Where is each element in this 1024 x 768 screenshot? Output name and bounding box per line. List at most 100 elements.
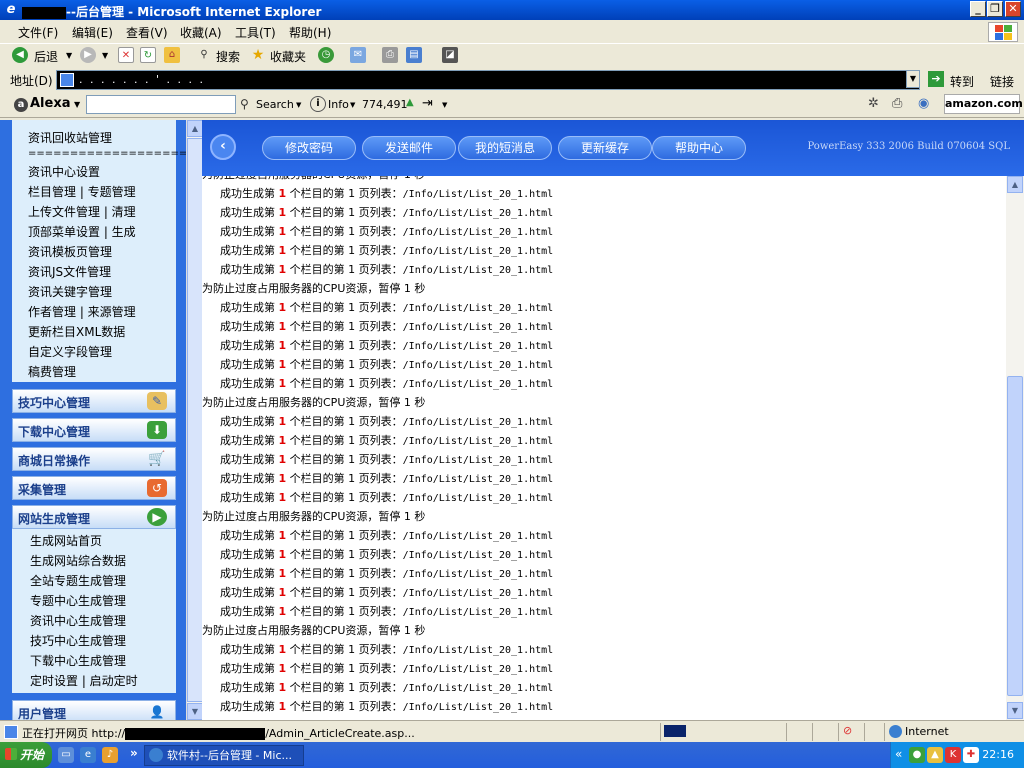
sidebar-scroll-thumb[interactable] <box>187 138 203 702</box>
alexa-info-dropdown-icon[interactable]: ▼ <box>350 101 355 109</box>
alexa-search-dropdown-icon[interactable]: ▼ <box>296 101 301 109</box>
sidebar-item-fees[interactable]: 稿费管理 <box>28 363 76 380</box>
change-password-button[interactable]: 修改密码 <box>262 136 356 160</box>
menu-file[interactable]: 文件(F) <box>18 24 58 41</box>
close-button[interactable]: ✕ <box>1005 1 1021 17</box>
info-icon[interactable]: i <box>310 96 326 112</box>
alexa-info-button[interactable]: Info <box>328 98 349 111</box>
category-collect[interactable]: 采集管理 ↺ <box>12 476 176 500</box>
sidebar-item-top-menu[interactable]: 顶部菜单设置 | 生成 <box>28 223 136 240</box>
quicklaunch-ie-icon[interactable]: e <box>80 747 96 763</box>
sidebar-item-update-xml[interactable]: 更新栏目XML数据 <box>28 323 125 340</box>
sidebar-item-template[interactable]: 资讯模板页管理 <box>28 243 112 260</box>
update-cache-button[interactable]: 更新缓存 <box>558 136 652 160</box>
menu-help[interactable]: 帮助(H) <box>289 24 331 41</box>
back-dropdown-icon[interactable]: ▼ <box>66 51 72 60</box>
menu-edit[interactable]: 编辑(E) <box>72 24 113 41</box>
quicklaunch-chevron[interactable]: » <box>130 746 138 760</box>
category-shop[interactable]: 商城日常操作 🛒 <box>12 447 176 471</box>
alexa-nav-icon[interactable]: ⇥ <box>422 96 433 111</box>
log-count: 1 <box>278 358 287 371</box>
sidebar-item-js-files[interactable]: 资讯JS文件管理 <box>28 263 111 280</box>
sidebar-item-gen-tips-center[interactable]: 技巧中心生成管理 <box>30 632 126 649</box>
messenger-icon[interactable]: ◪ <box>442 47 458 63</box>
sidebar-item-schedule[interactable]: 定时设置 | 启动定时 <box>30 672 138 689</box>
sidebar-item-author-source[interactable]: 作者管理 | 来源管理 <box>28 303 136 320</box>
alexa-search-button[interactable]: Search <box>256 98 294 111</box>
minimize-button[interactable]: _ <box>970 1 986 17</box>
alexa-tool1-icon[interactable]: ✲ <box>868 96 879 111</box>
alexa-tool3-icon[interactable]: ◉ <box>918 96 929 111</box>
content-scrollbar[interactable]: ▲ ▼ <box>1006 176 1024 720</box>
sidebar-scroll-down-icon[interactable]: ▼ <box>187 703 203 720</box>
sidebar-item-gen-home[interactable]: 生成网站首页 <box>30 532 102 549</box>
content-scroll-up-icon[interactable]: ▲ <box>1007 176 1023 193</box>
category-tips[interactable]: 技巧中心管理 ✎ <box>12 389 176 413</box>
sidebar-item-gen-info-center[interactable]: 资讯中心生成管理 <box>30 612 126 629</box>
taskbar-ie-window[interactable]: 软件村--后台管理 - Mic... <box>144 745 304 766</box>
back-button[interactable]: 后退 <box>34 48 58 65</box>
status-cell-1 <box>786 723 810 741</box>
content-scroll-thumb[interactable] <box>1007 376 1023 696</box>
refresh-icon[interactable]: ↻ <box>140 47 156 63</box>
content-scroll-down-icon[interactable]: ▼ <box>1007 702 1023 719</box>
sidebar-item-info-settings[interactable]: 资讯中心设置 <box>28 163 100 180</box>
alexa-logo[interactable]: a Alexa <box>14 96 71 112</box>
category-site-generate[interactable]: 网站生成管理 ▶ <box>12 505 176 529</box>
sidebar-scroll-up-icon[interactable]: ▲ <box>187 120 203 137</box>
tray-expand-icon[interactable]: « <box>895 747 902 761</box>
quicklaunch-media-icon[interactable]: ♪ <box>102 747 118 763</box>
sidebar-scrollbar[interactable]: ▲ ▼ <box>186 120 203 720</box>
help-center-button[interactable]: 帮助中心 <box>652 136 746 160</box>
print-icon[interactable]: ⎙ <box>382 47 398 63</box>
sidebar-item-gen-topic-center[interactable]: 专题中心生成管理 <box>30 592 126 609</box>
amazon-button[interactable]: amazon.com <box>944 94 1023 114</box>
tray-icon-3[interactable]: K <box>945 747 961 763</box>
alexa-tool2-icon[interactable]: ⎙ <box>892 96 902 111</box>
history-icon[interactable]: ◷ <box>318 47 334 63</box>
forward-dropdown-icon[interactable]: ▼ <box>102 51 108 60</box>
home-icon[interactable]: ⌂ <box>164 47 180 63</box>
alexa-nav-dropdown-icon[interactable]: ▼ <box>442 101 447 109</box>
menu-tools[interactable]: 工具(T) <box>235 24 276 41</box>
favorites-button[interactable]: 收藏夹 <box>270 48 306 65</box>
tray-icon-1[interactable]: ● <box>909 747 925 763</box>
sidebar-item-gen-download-center[interactable]: 下载中心生成管理 <box>30 652 126 669</box>
sidebar-item-custom-fields[interactable]: 自定义字段管理 <box>28 343 112 360</box>
address-input[interactable]: . . . . . . . ' . . . . <box>56 70 920 90</box>
mail-icon[interactable]: ✉ <box>350 47 366 63</box>
alexa-search-input[interactable] <box>86 95 236 114</box>
log-success-line: 成功生成第 1 个栏目的第 1 页列表：/Info/List/List_20_1… <box>220 223 553 239</box>
address-dropdown-icon[interactable]: ▼ <box>906 70 920 88</box>
stop-icon[interactable]: ✕ <box>118 47 134 63</box>
alexa-search-icon[interactable]: ⚲ <box>240 97 249 111</box>
menu-view[interactable]: 查看(V) <box>126 24 168 41</box>
back-icon[interactable]: ◀ <box>12 47 28 63</box>
go-button[interactable]: 转到 <box>950 73 974 90</box>
sidebar-item-column-topic[interactable]: 栏目管理 | 专题管理 <box>28 183 136 200</box>
tray-icon-4[interactable]: ✚ <box>963 747 979 763</box>
back-circle-icon[interactable]: ‹ <box>210 134 236 160</box>
sidebar-item-upload-files[interactable]: 上传文件管理 | 清理 <box>28 203 136 220</box>
send-mail-button[interactable]: 发送邮件 <box>362 136 456 160</box>
edit-icon[interactable]: ▤ <box>406 47 422 63</box>
sidebar-item-recycle[interactable]: 资讯回收站管理 <box>28 129 112 146</box>
restore-button[interactable]: ❐ <box>987 1 1003 17</box>
search-button[interactable]: 搜索 <box>216 48 240 65</box>
favorites-star-icon[interactable]: ★ <box>250 47 266 63</box>
quicklaunch-desktop-icon[interactable]: ▭ <box>58 747 74 763</box>
my-messages-button[interactable]: 我的短消息 <box>458 136 552 160</box>
start-button[interactable]: 开始 <box>0 742 52 768</box>
sidebar-item-gen-data[interactable]: 生成网站综合数据 <box>30 552 126 569</box>
forward-icon[interactable]: ▶ <box>80 47 96 63</box>
category-users[interactable]: 用户管理 👤 <box>12 700 176 720</box>
tray-icon-2[interactable]: ▲ <box>927 747 943 763</box>
menu-favorites[interactable]: 收藏(A) <box>180 24 222 41</box>
go-arrow-icon[interactable]: ➔ <box>928 71 944 87</box>
sidebar-item-keywords[interactable]: 资讯关键字管理 <box>28 283 112 300</box>
search-icon[interactable]: ⚲ <box>196 47 212 63</box>
alexa-dropdown-icon[interactable]: ▼ <box>74 100 80 109</box>
category-downloads[interactable]: 下载中心管理 ⬇ <box>12 418 176 442</box>
links-button[interactable]: 链接 <box>990 73 1014 90</box>
sidebar-item-gen-site-topics[interactable]: 全站专题生成管理 <box>30 572 126 589</box>
